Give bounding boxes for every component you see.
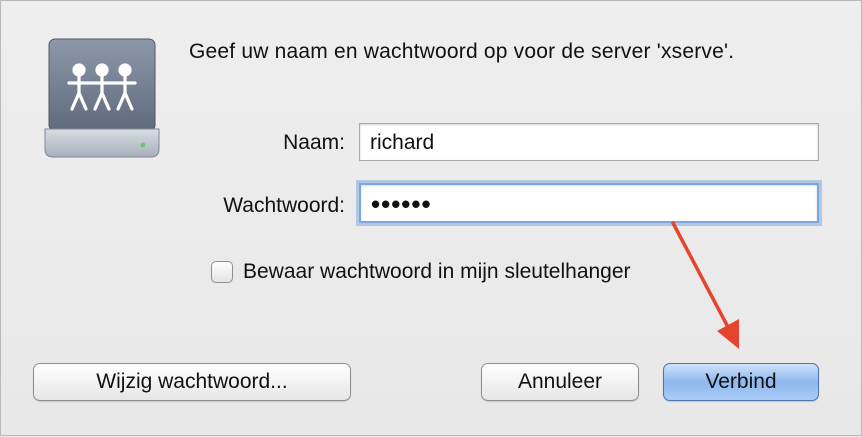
name-field[interactable]: richard xyxy=(359,123,819,161)
remember-password-label: Bewaar wachtwoord in mijn sleutelhanger xyxy=(243,260,631,283)
remember-password-option[interactable]: Bewaar wachtwoord in mijn sleutelhanger xyxy=(211,257,631,287)
dialog-message: Geef uw naam en wachtwoord op voor de se… xyxy=(189,40,735,63)
cancel-button[interactable]: Annuleer xyxy=(481,363,639,401)
password-field[interactable]: •••••• xyxy=(359,183,819,223)
network-server-icon xyxy=(44,38,160,158)
change-password-button[interactable]: Wijzig wachtwoord... xyxy=(33,363,351,401)
connect-button[interactable]: Verbind xyxy=(663,363,819,401)
password-label: Wachtwoord: xyxy=(223,194,345,217)
login-dialog: Geef uw naam en wachtwoord op voor de se… xyxy=(0,0,862,436)
remember-password-checkbox[interactable] xyxy=(211,261,233,283)
name-label: Naam: xyxy=(283,131,345,154)
